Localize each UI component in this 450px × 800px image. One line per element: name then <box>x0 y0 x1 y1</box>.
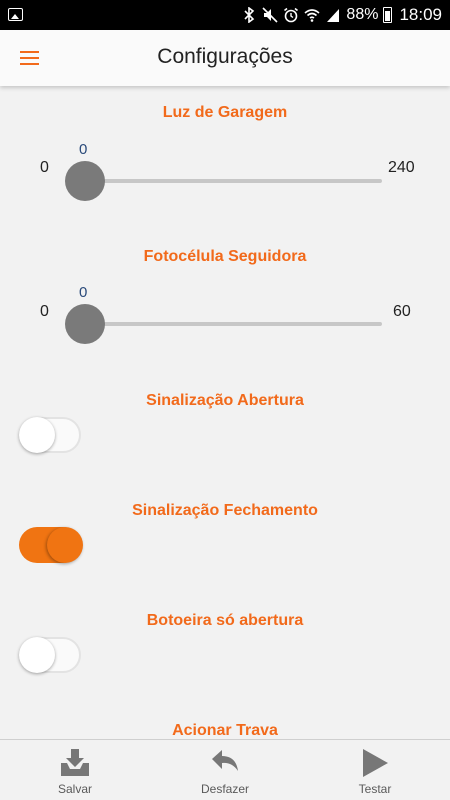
sinal-abertura-toggle[interactable] <box>19 417 81 453</box>
settings-content[interactable]: Luz de Garagem 0 0 240 Fotocélula Seguid… <box>0 86 450 739</box>
undo-button[interactable]: Desfazer <box>180 740 270 800</box>
save-label: Salvar <box>57 782 92 796</box>
fotocelula-slider-track[interactable] <box>85 322 382 326</box>
save-button[interactable]: Salvar <box>30 740 120 800</box>
status-bar: 88% 18:09 <box>0 0 450 30</box>
page-title: Configurações <box>157 45 293 68</box>
toggle-knob <box>19 637 55 673</box>
luz-garagem-slider-track[interactable] <box>85 179 382 183</box>
signal-icon <box>325 6 341 24</box>
fotocelula-max: 60 <box>393 303 411 320</box>
luz-garagem-min: 0 <box>40 159 49 176</box>
toggle-knob <box>19 417 55 453</box>
app-bar: Configurações <box>0 30 450 86</box>
fotocelula-title: Fotocélula Seguidora <box>143 248 307 265</box>
alarm-icon <box>283 6 299 24</box>
luz-garagem-title: Luz de Garagem <box>162 104 288 121</box>
botoeira-toggle[interactable] <box>19 637 81 673</box>
sinal-fechamento-toggle[interactable] <box>19 527 83 563</box>
gallery-icon <box>8 8 23 21</box>
wifi-icon <box>304 6 320 24</box>
test-button[interactable]: Testar <box>330 740 420 800</box>
fotocelula-min: 0 <box>40 303 49 320</box>
luz-garagem-max: 240 <box>388 159 415 176</box>
bottom-action-bar: Salvar Desfazer Testar <box>0 739 450 800</box>
luz-garagem-value: 0 <box>79 141 88 158</box>
test-label: Testar <box>358 782 392 796</box>
battery-percent: 88% <box>346 6 379 23</box>
luz-garagem-slider-thumb[interactable] <box>65 161 105 201</box>
sinal-fechamento-title: Sinalização Fechamento <box>132 502 318 519</box>
undo-label: Desfazer <box>200 782 250 796</box>
battery-icon <box>383 7 393 23</box>
clock: 18:09 <box>399 5 442 24</box>
acionar-trava-title: Acionar Trava <box>172 722 278 739</box>
fotocelula-slider-thumb[interactable] <box>65 304 105 344</box>
save-icon <box>61 749 89 776</box>
botoeira-title: Botoeira só abertura <box>146 612 304 629</box>
undo-icon <box>212 750 238 771</box>
mute-icon <box>262 6 278 24</box>
fotocelula-value: 0 <box>79 284 88 301</box>
bluetooth-icon <box>241 6 257 24</box>
sinal-abertura-title: Sinalização Abertura <box>146 392 304 409</box>
toggle-knob <box>47 527 83 563</box>
play-icon <box>363 749 388 777</box>
